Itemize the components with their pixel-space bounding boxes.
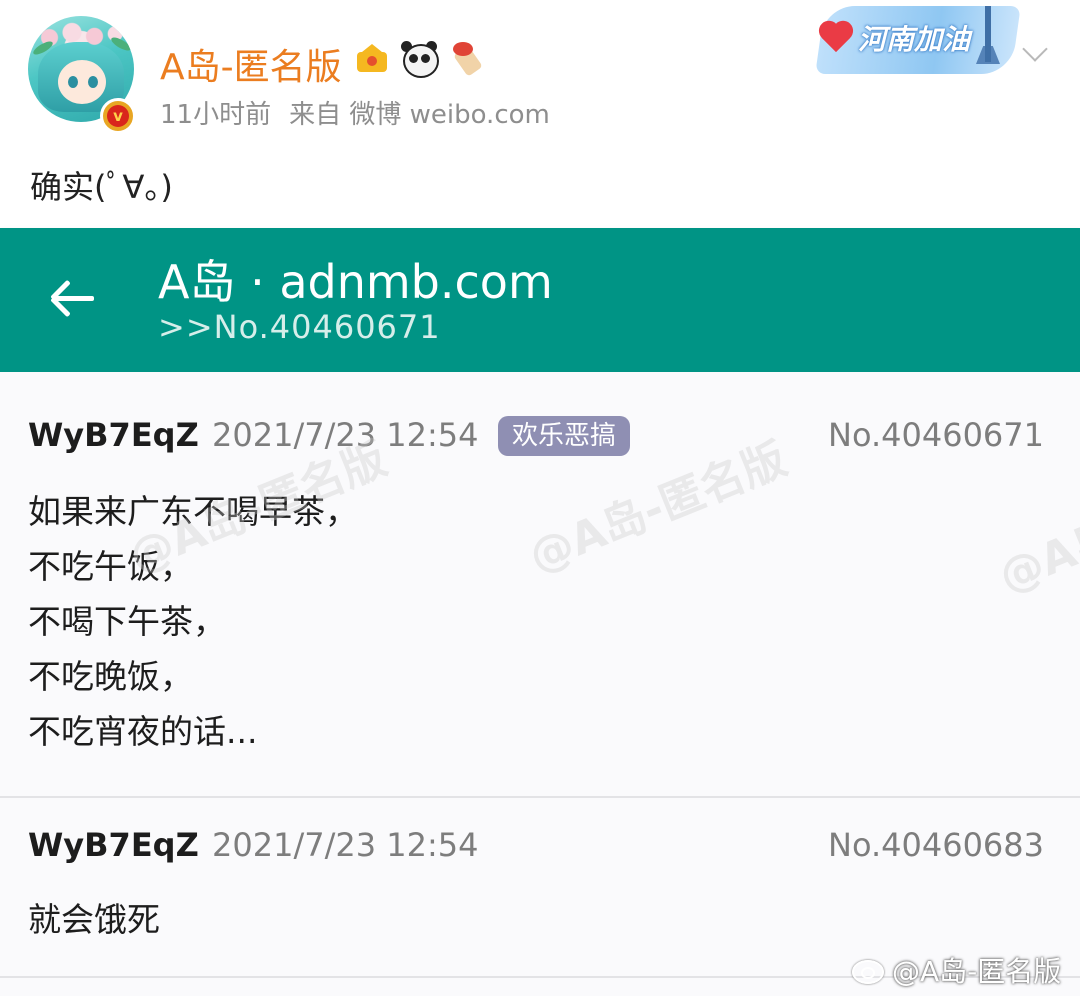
post-number[interactable]: No.40460683	[828, 826, 1044, 864]
content-line: 如果来广东不喝早茶，	[28, 492, 358, 531]
content-line: 不吃午饭，	[28, 547, 193, 586]
post-author[interactable]: WyB7EqZ	[28, 416, 199, 454]
thread-post: WyB7EqZ 2021/7/23 12:54 欢乐恶搞 No.40460671…	[0, 372, 1080, 796]
panda-icon[interactable]	[400, 41, 440, 78]
app-title: A岛 · adnmb.com	[158, 255, 553, 309]
footer-watermark: @A岛-匿名版	[892, 955, 1062, 988]
post-meta: 11小时前 来自 微博 weibo.com	[160, 94, 568, 131]
user-badges	[355, 40, 491, 80]
post-content: 如果来广东不喝早茶， 不吃午饭， 不喝下午茶， 不吃晚饭， 不吃宵夜的话...	[28, 484, 358, 759]
promo-banner-text: 河南加油	[858, 23, 971, 56]
content-line: 不喝下午茶，	[28, 602, 226, 641]
crown-icon[interactable]	[355, 42, 389, 74]
thread-reference: >>No.40460671	[158, 308, 441, 346]
username[interactable]: A岛-匿名版	[160, 38, 342, 90]
thread-list[interactable]: WyB7EqZ 2021/7/23 12:54 欢乐恶搞 No.40460671…	[0, 372, 1080, 996]
weibo-logo-icon	[852, 954, 886, 984]
chevron-down-icon[interactable]	[1020, 44, 1050, 64]
post-time: 11小时前	[160, 100, 272, 130]
post-author[interactable]: WyB7EqZ	[28, 826, 199, 864]
heart-icon	[822, 22, 858, 58]
weibo-post-header: v A岛-匿名版 11小时前 来自 微博 weibo.com 河南加油 确实(ﾟ∀…	[0, 0, 1080, 228]
tower-icon	[985, 6, 991, 62]
post-timestamp: 2021/7/23 12:54	[212, 416, 479, 454]
post-content: 就会饿死	[28, 892, 160, 947]
app-toolbar: A岛 · adnmb.com >>No.40460671	[0, 228, 1080, 372]
post-number[interactable]: No.40460671	[828, 416, 1044, 454]
content-line: 就会饿死	[28, 900, 160, 939]
post-source: 来自 微博 weibo.com	[289, 100, 550, 130]
content-line: 不吃宵夜的话...	[28, 712, 258, 751]
forum-tag[interactable]: 欢乐恶搞	[498, 416, 631, 456]
content-line: 不吃晚饭，	[28, 657, 193, 696]
verified-icon: v	[100, 98, 136, 134]
firecracker-icon[interactable]	[449, 40, 485, 77]
back-arrow-icon[interactable]	[50, 274, 98, 322]
post-text: 确实(ﾟ∀。)	[30, 168, 173, 206]
post-timestamp: 2021/7/23 12:54	[212, 826, 479, 864]
